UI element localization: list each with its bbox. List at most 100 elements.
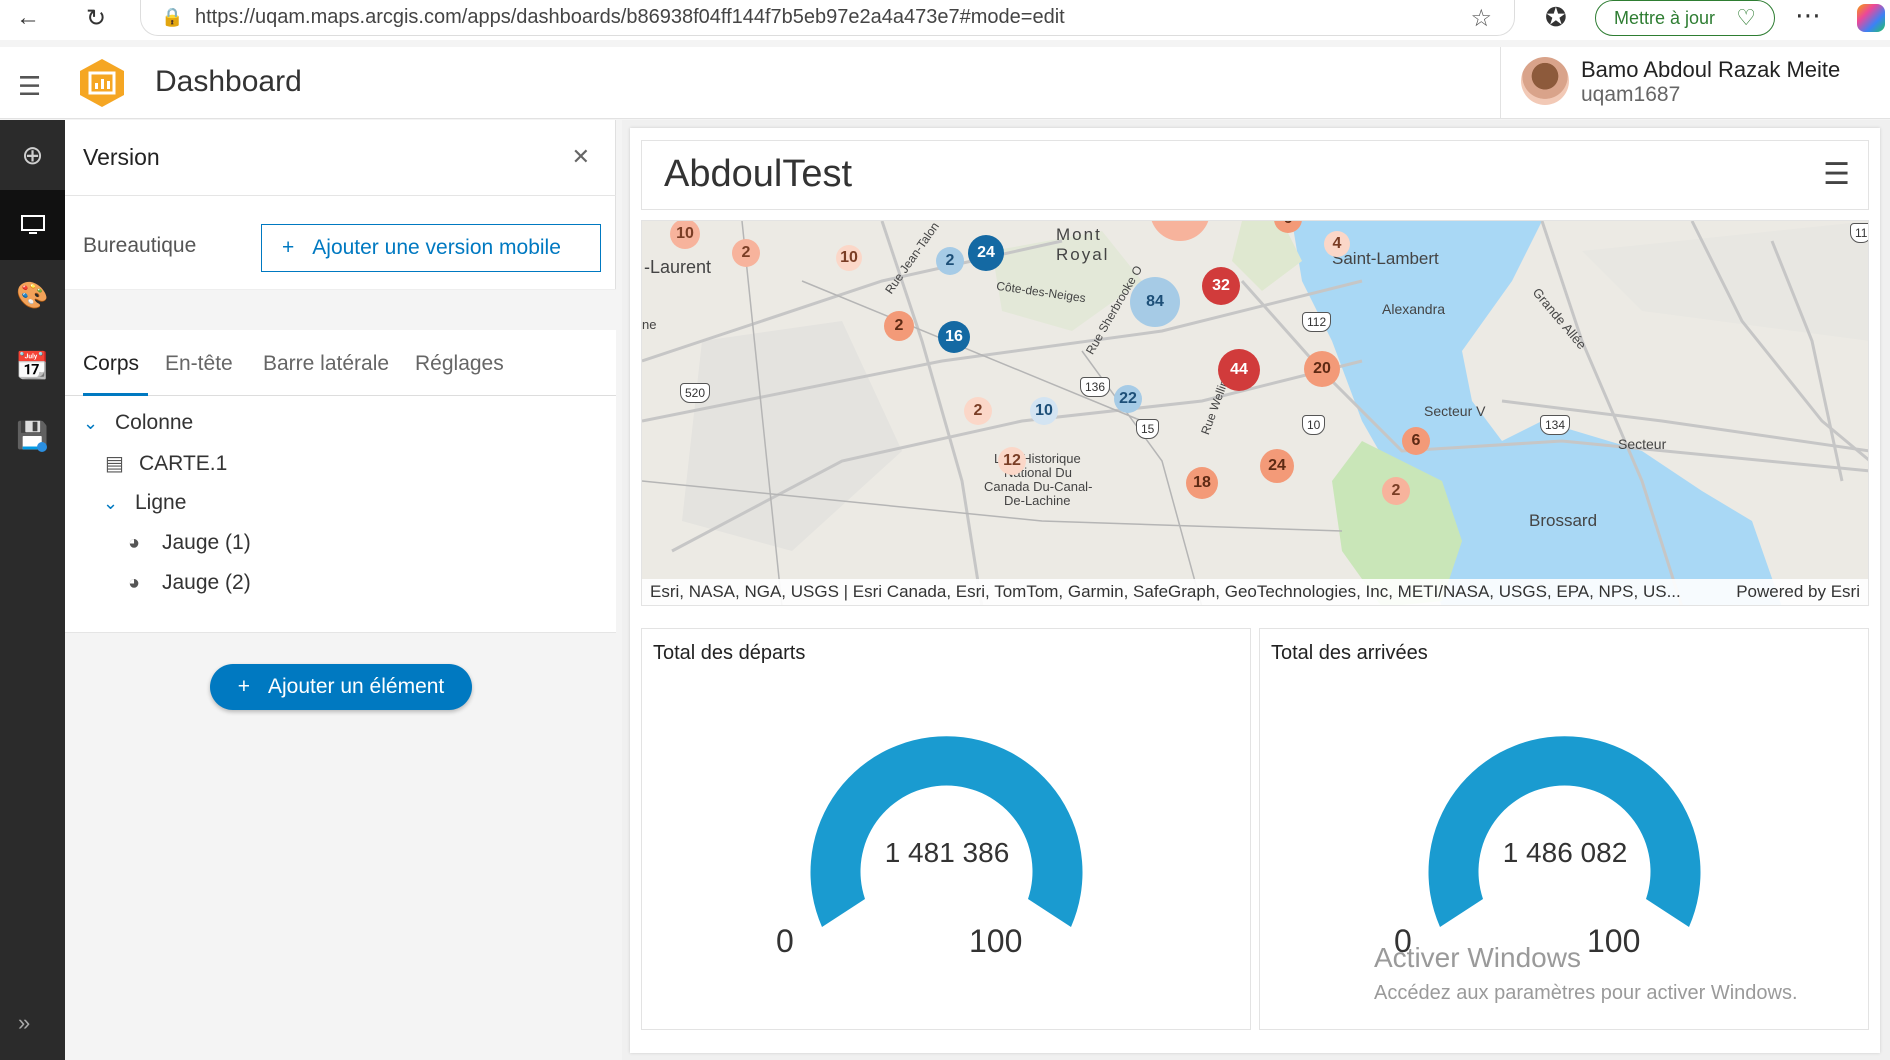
watermark-title: Activer Windows [1374,942,1581,973]
copilot-icon[interactable] [1857,4,1885,32]
layout-label: Bureautique [83,234,197,257]
add-mobile-version-button[interactable]: + Ajouter une version mobile [261,224,601,272]
highway-shield: 134 [1540,415,1571,435]
plus-icon: + [237,675,250,698]
expand-rail-icon[interactable]: » [18,1010,30,1036]
map-cluster[interactable]: 24 [1260,449,1294,483]
map-cluster[interactable]: 44 [1218,349,1260,391]
tree-item-row[interactable]: ⌄ Ligne [103,491,186,515]
add-element-button[interactable]: + Ajouter un élément [210,664,472,710]
avatar [1521,57,1569,105]
map-label: Brossard [1529,511,1598,530]
map-element[interactable]: Mont Royal -Laurent Saint-Lambert Alexan… [641,220,1869,606]
map-cluster[interactable]: 12 [998,447,1026,475]
tree-item-map[interactable]: ▤ CARTE.1 [105,451,227,476]
add-mobile-label: Ajouter une version mobile [312,236,561,259]
map-attribution: Esri, NASA, NGA, USGS | Esri Canada, Esr… [642,579,1868,605]
panel-title: Version [83,144,160,170]
panel-header: Version ✕ [65,120,616,196]
add-element-rail-icon[interactable]: ⊕ [0,120,65,190]
tree-item-gauge-2[interactable]: ◕ Jauge (2) [128,571,251,595]
layout-rail-icon[interactable] [0,190,65,260]
highway-shield: 10 [1302,415,1326,435]
tree-item-gauge-1[interactable]: ◕ Jauge (1) [128,531,251,555]
user-menu[interactable]: Bamo Abdoul Razak Meite uqam1687 [1500,47,1890,119]
powered-by-esri[interactable]: Powered by Esri [1736,582,1860,602]
map-cluster[interactable]: 6 [1402,427,1430,455]
heart-pulse-icon: ♡ [1736,5,1756,30]
gauge-max: 100 [969,923,1023,959]
user-name: Bamo Abdoul Razak Meite [1581,57,1841,82]
chevron-down-icon[interactable]: ⌄ [103,493,123,514]
map-cluster[interactable]: 2 [884,311,914,341]
highway-shield: 520 [680,383,711,403]
attribution-text: Esri, NASA, NGA, USGS | Esri Canada, Esr… [650,582,1681,601]
windows-activation-watermark: Activer Windows Accédez aux paramètres p… [1374,942,1798,1005]
tree-label-map: CARTE.1 [139,451,228,475]
map-icon: ▤ [105,453,124,475]
update-button[interactable]: Mettre à jour ♡ [1595,0,1775,36]
map-label: Alexandra [1382,301,1446,317]
close-icon[interactable]: ✕ [572,144,590,170]
map-cluster[interactable]: 18 [1186,467,1218,499]
gauge-value: 1 481 386 [884,837,1010,868]
map-cluster[interactable]: 10 [1030,397,1058,425]
favorite-star-icon[interactable]: ☆ [1470,4,1492,33]
favorites-icon[interactable]: ✪ [1545,2,1567,33]
browser-toolbar: ← ↻ 🔒 https://uqam.maps.arcgis.com/apps/… [0,0,1890,40]
tab-en-tete[interactable]: En-tête [165,352,233,376]
map-label: Secteur V [1424,403,1486,419]
add-element-label: Ajouter un élément [267,675,445,698]
highway-shield: 11 [1850,223,1868,243]
map-cluster[interactable]: 2 [964,397,992,425]
map-label: Canada Du-Canal- [984,479,1093,494]
settings-rail-icon[interactable]: 📆 [0,330,65,400]
user-id: uqam1687 [1581,83,1681,106]
map-cluster[interactable]: 4 [1324,231,1350,257]
map-cluster[interactable]: 32 [1202,267,1240,305]
map-cluster[interactable]: 2 [732,239,760,267]
tree-item-column[interactable]: ⌄ Colonne [83,411,193,435]
map-label: Secteur [1618,436,1667,452]
highway-shield: 15 [1136,419,1160,439]
tab-barre-laterale[interactable]: Barre latérale [263,352,389,376]
map-cluster[interactable]: 22 [1114,385,1142,413]
map-cluster[interactable]: 10 [836,245,862,271]
left-rail: ⊕ 🎨 📆 💾 » [0,120,65,1060]
map-cluster[interactable]: 24 [968,235,1004,271]
map-label: ne [642,317,657,332]
map-label: Mont Royal [1056,225,1110,264]
map-label: De-Lachine [1004,493,1071,508]
chevron-down-icon[interactable]: ⌄ [83,413,103,434]
map-cluster[interactable]: 2 [1382,477,1410,505]
dashboard-header[interactable]: AbdoulTest ☰ [641,140,1869,210]
tab-reglages[interactable]: Réglages [415,352,504,376]
gauge-arc [810,736,1083,927]
gauge-value: 1 486 082 [1502,837,1628,868]
more-menu-icon[interactable]: ⋯ [1795,0,1822,31]
back-icon[interactable]: ← [8,0,48,36]
address-bar[interactable]: 🔒 https://uqam.maps.arcgis.com/apps/dash… [140,0,1515,36]
tab-corps[interactable]: Corps [83,352,139,376]
refresh-icon[interactable]: ↻ [76,0,116,36]
tree-label-gauge-1: Jauge (1) [162,531,251,554]
map-cluster[interactable]: 2 [936,247,964,275]
map-cluster[interactable]: 10 [670,221,700,249]
hamburger-menu-icon[interactable]: ☰ [1823,157,1850,192]
theme-palette-icon[interactable]: 🎨 [0,260,65,330]
url-text: https://uqam.maps.arcgis.com/apps/dashbo… [195,6,1065,28]
map-cluster[interactable]: 84 [1130,277,1180,327]
map-cluster[interactable]: 20 [1304,351,1340,387]
hamburger-menu-icon[interactable]: ☰ [18,71,41,102]
map-cluster[interactable]: 16 [938,321,970,353]
gauge-min: 0 [776,923,794,959]
save-icon[interactable]: 💾 [0,400,65,470]
map-label: Saint-Lambert [1332,249,1439,268]
app-title: Dashboard [155,65,302,98]
dashboard-logo-icon [80,59,124,107]
tree-label-column: Colonne [115,411,194,434]
map-label: -Laurent [644,257,712,277]
tree-label-row: Ligne [135,491,187,514]
gauge-card-departures[interactable]: Total des départs 1 481 386 0 100 [641,628,1251,1030]
basemap [642,221,1868,605]
